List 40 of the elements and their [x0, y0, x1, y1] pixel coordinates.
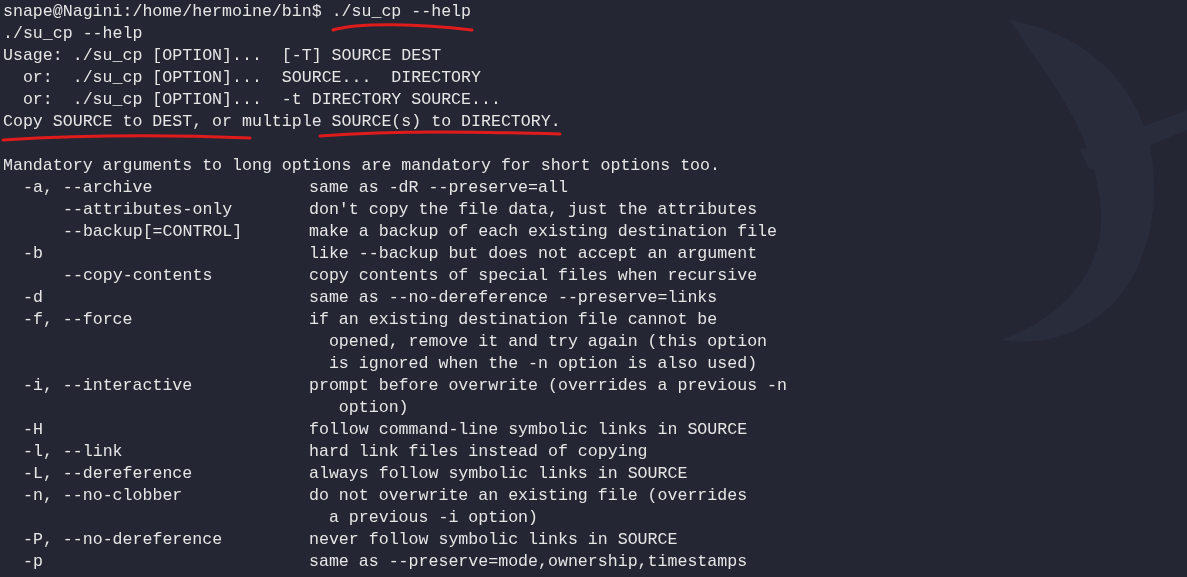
output-line: Usage: ./su_cp [OPTION]... [-T] SOURCE DEST	[3, 46, 442, 65]
option-name-text: -p	[23, 552, 43, 571]
option-description: follow command-line symbolic links in SOURCE	[309, 420, 748, 439]
option-name-text: -d	[23, 288, 43, 307]
option-name-text: --attributes-only	[63, 200, 233, 219]
option-description: same as --preserve=mode,ownership,timestamps	[309, 552, 748, 571]
option-description: opened, remove it and try again (this option	[327, 332, 768, 351]
option-description: make a backup of each existing destination file	[309, 222, 778, 241]
option-description: never follow symbolic links in SOURCE	[309, 530, 678, 549]
option-description: is ignored when the -n option is also used)	[327, 354, 758, 373]
option-name-text: --copy-contents	[63, 266, 213, 285]
option-description: copy contents of special files when recursive	[309, 266, 758, 285]
prompt-text: snape@Nagini:/home/hermoine/bin$	[3, 2, 322, 21]
note-text: Mandatory arguments to long options are mandatory for short options too.	[3, 156, 720, 175]
option-description: like --backup but does not accept an argument	[309, 244, 758, 263]
option-description: prompt before overwrite (overrides a previous -n	[309, 376, 787, 395]
option-description: option)	[337, 398, 409, 417]
output-line: or: ./su_cp [OPTION]... -t DIRECTORY SOURCE...	[21, 90, 501, 109]
option-description: same as --no-dereference --preserve=links	[309, 288, 718, 307]
option-name-text: -L, --dereference	[23, 464, 193, 483]
option-name-text: -H	[23, 420, 43, 439]
output-line: Copy SOURCE to DEST, or multiple SOURCE(s) to DIRECTORY.	[3, 112, 561, 131]
command-text: ./su_cp --help	[331, 2, 472, 21]
output-line: ./su_cp --help	[3, 24, 143, 43]
option-name-text: -b	[23, 244, 43, 263]
option-description: same as -dR --preserve=all	[309, 178, 568, 197]
option-name-text: -P, --no-dereference	[23, 530, 223, 549]
option-name-text: -n, --no-clobber	[23, 486, 183, 505]
option-name-text: -i, --interactive	[23, 376, 193, 395]
option-description: don't copy the file data, just the attributes	[309, 200, 758, 219]
option-description: if an existing destination file cannot be	[309, 310, 718, 329]
option-name-text: -f, --force	[23, 310, 133, 329]
option-name-text: -a, --archive	[23, 178, 153, 197]
option-description: a previous -i option)	[327, 508, 539, 527]
output-line: or: ./su_cp [OPTION]... SOURCE... DIRECTORY	[21, 68, 481, 87]
option-description: hard link files instead of copying	[309, 442, 648, 461]
option-description: always follow symbolic links in SOURCE	[309, 464, 688, 483]
option-name-text: -l, --link	[23, 442, 123, 461]
option-name-text: --backup[=CONTROL]	[63, 222, 243, 241]
option-description: do not overwrite an existing file (overrides	[309, 486, 748, 505]
